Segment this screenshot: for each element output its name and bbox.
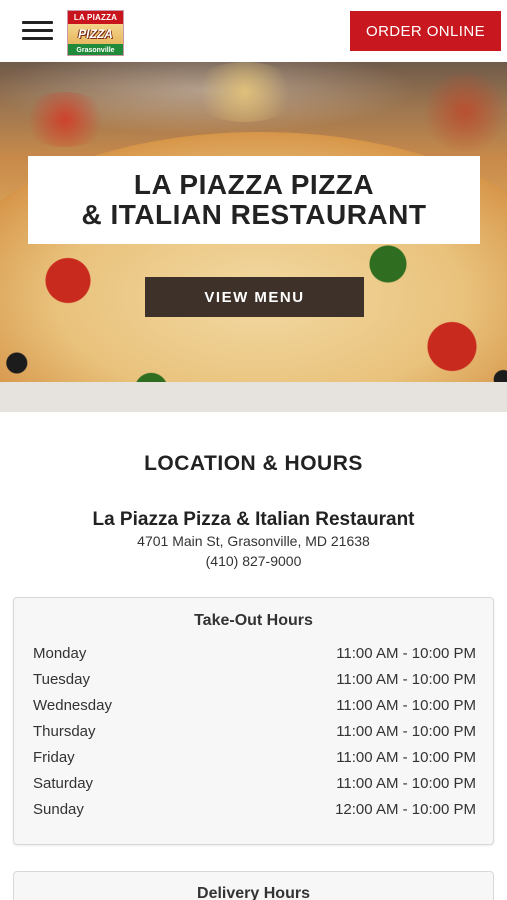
hours-time: 11:00 AM - 10:00 PM — [336, 723, 476, 740]
hours-row: Sunday 12:00 AM - 10:00 PM — [33, 801, 476, 823]
hours-row: Thursday 11:00 AM - 10:00 PM — [33, 723, 476, 745]
hero-title-box: LA PIAZZA PIZZA & ITALIAN RESTAURANT — [28, 156, 480, 244]
hours-time: 11:00 AM - 10:00 PM — [336, 645, 476, 662]
hero-title-line-2: & ITALIAN RESTAURANT — [81, 199, 427, 230]
hours-row: Friday 11:00 AM - 10:00 PM — [33, 749, 476, 771]
delivery-hours-card: Delivery Hours — [13, 871, 494, 900]
delivery-hours-title: Delivery Hours — [197, 885, 310, 900]
order-online-button[interactable]: ORDER ONLINE — [350, 11, 501, 51]
hours-day: Friday — [33, 749, 75, 766]
hours-day: Wednesday — [33, 697, 112, 714]
takeout-hours-card: Take-Out Hours Monday 11:00 AM - 10:00 P… — [13, 597, 494, 845]
logo-text-bottom: Grasonville — [68, 44, 123, 55]
hours-time: 11:00 AM - 10:00 PM — [336, 697, 476, 714]
restaurant-phone[interactable]: (410) 827-9000 — [0, 553, 507, 569]
hours-row: Saturday 11:00 AM - 10:00 PM — [33, 775, 476, 797]
hours-day: Sunday — [33, 801, 84, 818]
logo-text-middle: PIZZA — [68, 24, 123, 44]
hours-time: 11:00 AM - 10:00 PM — [336, 749, 476, 766]
hours-day: Saturday — [33, 775, 94, 792]
restaurant-name: La Piazza Pizza & Italian Restaurant — [92, 509, 415, 530]
restaurant-logo[interactable]: LA PIAZZA PIZZA Grasonville — [67, 10, 124, 56]
takeout-hours-title: Take-Out Hours — [194, 612, 313, 629]
hours-day: Thursday — [33, 723, 96, 740]
hours-time: 11:00 AM - 10:00 PM — [336, 775, 476, 792]
hours-time: 12:00 AM - 10:00 PM — [335, 801, 476, 818]
hero-title-line-1: LA PIAZZA PIZZA — [133, 169, 375, 200]
restaurant-address[interactable]: 4701 Main St, Grasonville, MD 21638 — [0, 533, 507, 549]
hours-row: Monday 11:00 AM - 10:00 PM — [33, 645, 476, 667]
hours-day: Tuesday — [33, 671, 90, 688]
top-header: LA PIAZZA PIZZA Grasonville ORDER ONLINE — [0, 0, 507, 62]
hamburger-menu-icon[interactable] — [22, 20, 54, 42]
location-section-title: LOCATION & HOURS — [144, 452, 363, 475]
hours-row: Wednesday 11:00 AM - 10:00 PM — [33, 697, 476, 719]
hours-time: 11:00 AM - 10:00 PM — [336, 671, 476, 688]
hours-day: Monday — [33, 645, 87, 662]
view-menu-button[interactable]: VIEW MENU — [145, 277, 364, 317]
logo-text-top: LA PIAZZA — [68, 11, 123, 24]
hours-row: Tuesday 11:00 AM - 10:00 PM — [33, 671, 476, 693]
